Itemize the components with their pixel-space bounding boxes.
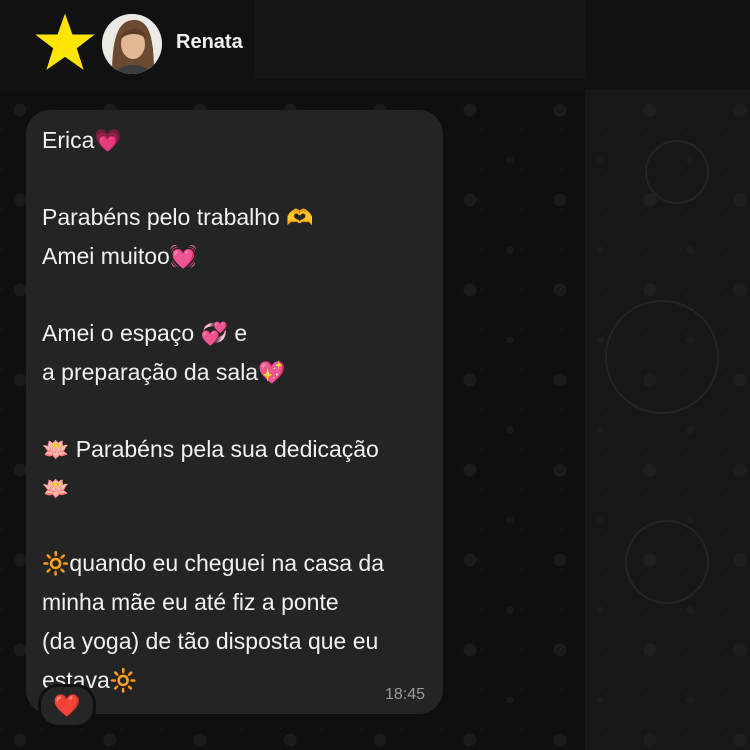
red-heart-icon: ❤️ — [53, 693, 81, 719]
star-icon[interactable] — [34, 12, 96, 72]
side-panel — [585, 0, 750, 750]
message-line: Parabéns pelo trabalho 🫶 — [42, 204, 314, 231]
sun-icon: 🔆 — [42, 552, 70, 577]
message-bubble[interactable]: Erica💗 Parabéns pelo trabalho 🫶 Amei mui… — [26, 110, 443, 714]
message-timestamp: 18:45 — [384, 686, 425, 703]
chat-header: Renata — [0, 0, 750, 90]
wallpaper-decoration — [625, 520, 709, 604]
wallpaper-decoration — [645, 140, 709, 204]
sparkling-heart-icon: 💖 — [258, 361, 286, 386]
lotus-icon: 🪷 — [42, 438, 70, 463]
heart-hands-icon: 🫶 — [286, 206, 314, 231]
contact-name[interactable]: Renata — [176, 31, 243, 54]
avatar[interactable] — [102, 14, 162, 74]
chat-screen: Renata Erica💗 Parabéns pelo trabalho 🫶 A… — [0, 0, 750, 750]
pink-heart-icon: 💗 — [94, 129, 122, 154]
revolving-hearts-icon: 💞 — [200, 322, 228, 347]
wallpaper-decoration — [605, 300, 719, 414]
sun-icon: 🔆 — [109, 669, 138, 694]
avatar-photo-icon — [102, 14, 162, 74]
message-line: a preparação da sala💖 — [42, 359, 286, 386]
message-line: 🔆quando eu cheguei na casa da — [42, 550, 385, 577]
message-line: (da yoga) de tão disposta que eu — [42, 628, 379, 654]
message-line: Amei o espaço 💞 e — [42, 320, 248, 347]
message-line: minha mãe eu até fiz a ponte — [42, 589, 339, 615]
message-line: 🪷 Parabéns pela sua dedicação — [42, 436, 379, 463]
beating-heart-icon: 💓 — [169, 245, 198, 270]
message-line: Erica💗 — [42, 127, 122, 154]
lotus-icon: 🪷 — [42, 477, 70, 502]
reaction-badge[interactable]: ❤️ — [38, 684, 96, 728]
message-line: Amei muitoo💓 — [42, 243, 198, 270]
message-line: 🪷 — [42, 474, 69, 504]
header-bar — [255, 0, 585, 78]
